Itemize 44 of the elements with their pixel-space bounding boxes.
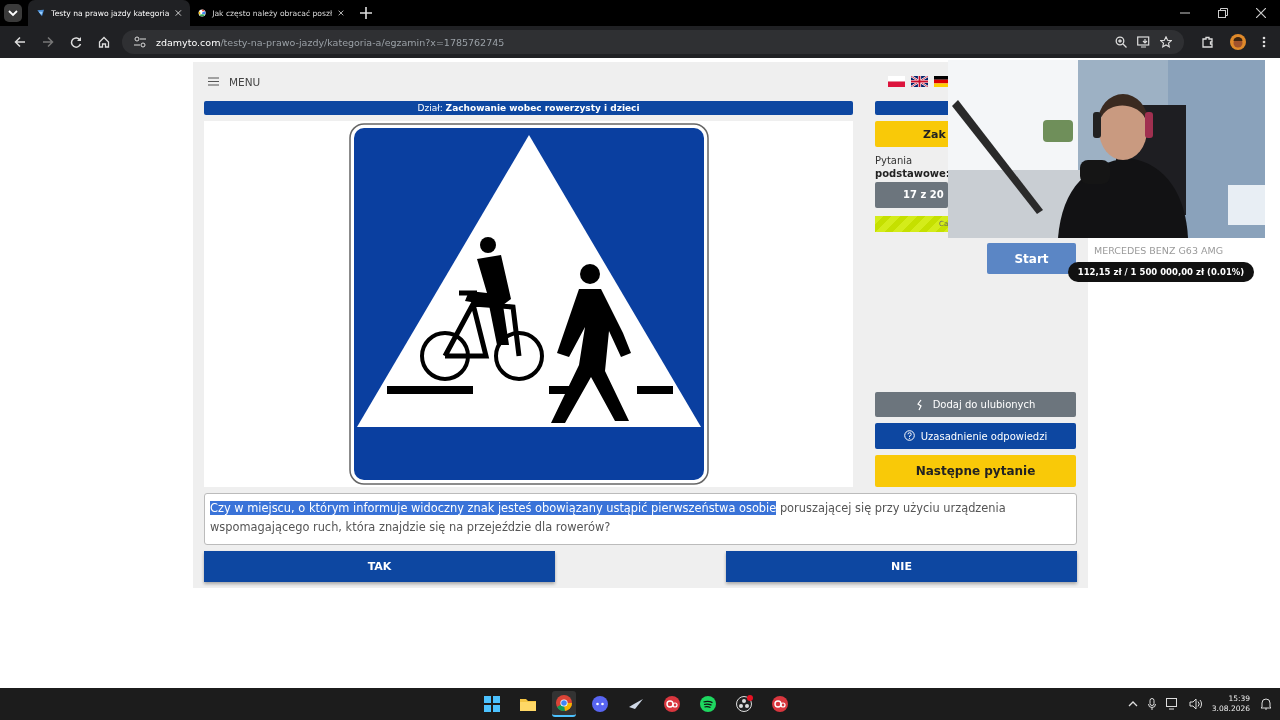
question-text: Czy w miejscu, o którym informuje widoczny znak jesteś obowiązany ustąpić pierwszeństwa osobie poruszającej się przy użyciu urządzenia wspomagającego ruch, która znajdzie się na przejeździe dla rowerów? — [204, 493, 1077, 545]
menu-icon — [208, 77, 219, 86]
restore-icon[interactable] — [1218, 8, 1228, 18]
section-bar: Dział: Zachowanie wobec rowerzysty i dzieci — [204, 101, 853, 115]
zoom-icon[interactable] — [1115, 36, 1127, 48]
counter-label: podstawowe: — [875, 168, 951, 179]
forward-icon[interactable] — [42, 36, 54, 48]
install-app-icon[interactable] — [1137, 36, 1150, 48]
address-bar[interactable]: zdamyto.com/testy-na-prawo-jazdy/kategoria-a/egzamin?x=1785762745 — [122, 30, 1184, 54]
more-icon[interactable] — [1262, 36, 1266, 48]
chrome-icon[interactable] — [552, 691, 576, 717]
poland-flag-icon[interactable] — [888, 76, 905, 87]
help-icon — [903, 430, 915, 442]
network-icon[interactable] — [1165, 698, 1179, 710]
new-tab-icon[interactable] — [360, 7, 372, 19]
chevron-up-icon[interactable] — [1127, 701, 1138, 707]
goal-progress: 112,15 zł / 1 500 000,00 zł (0.01%) — [1068, 262, 1254, 282]
close-icon[interactable] — [338, 8, 344, 18]
counter-label: Pytania — [875, 155, 914, 166]
star-icon[interactable] — [1160, 36, 1172, 48]
volume-icon[interactable] — [1188, 698, 1202, 710]
explanation-button[interactable]: Uzasadnienie odpowiedzi — [875, 423, 1076, 449]
answer-button[interactable]: NIE — [726, 551, 1077, 582]
add-favorite-button[interactable]: Dodaj do ulubionych — [875, 392, 1076, 417]
tab-list-icon[interactable] — [4, 4, 22, 22]
question-counter: 17 z 20 — [875, 182, 948, 208]
profile-avatar-icon[interactable] — [1230, 34, 1246, 50]
notification-icon[interactable] — [1260, 698, 1272, 710]
back-icon[interactable] — [14, 36, 26, 48]
close-icon[interactable] — [1256, 8, 1266, 18]
close-icon[interactable] — [175, 8, 182, 18]
menu-button[interactable]: MENU — [208, 75, 261, 88]
home-icon[interactable] — [98, 36, 110, 48]
reload-icon[interactable] — [70, 36, 82, 48]
answer-button[interactable]: TAK — [204, 551, 555, 582]
extensions-icon[interactable] — [1202, 36, 1214, 48]
url-text: zdamyto.com/testy-na-prawo-jazdy/kategoria-a/egzamin?x=1785762745 — [156, 36, 505, 48]
goal-title: MERCEDES BENZ G63 AMG — [1094, 245, 1223, 256]
finish-button[interactable]: Zak — [875, 121, 948, 147]
next-question-button[interactable]: Następne pytanie — [875, 455, 1076, 487]
site-settings-icon — [134, 36, 146, 48]
microphone-icon[interactable] — [1147, 698, 1156, 710]
start-button[interactable]: Start — [987, 243, 1076, 274]
uk-flag-icon[interactable] — [911, 76, 928, 87]
